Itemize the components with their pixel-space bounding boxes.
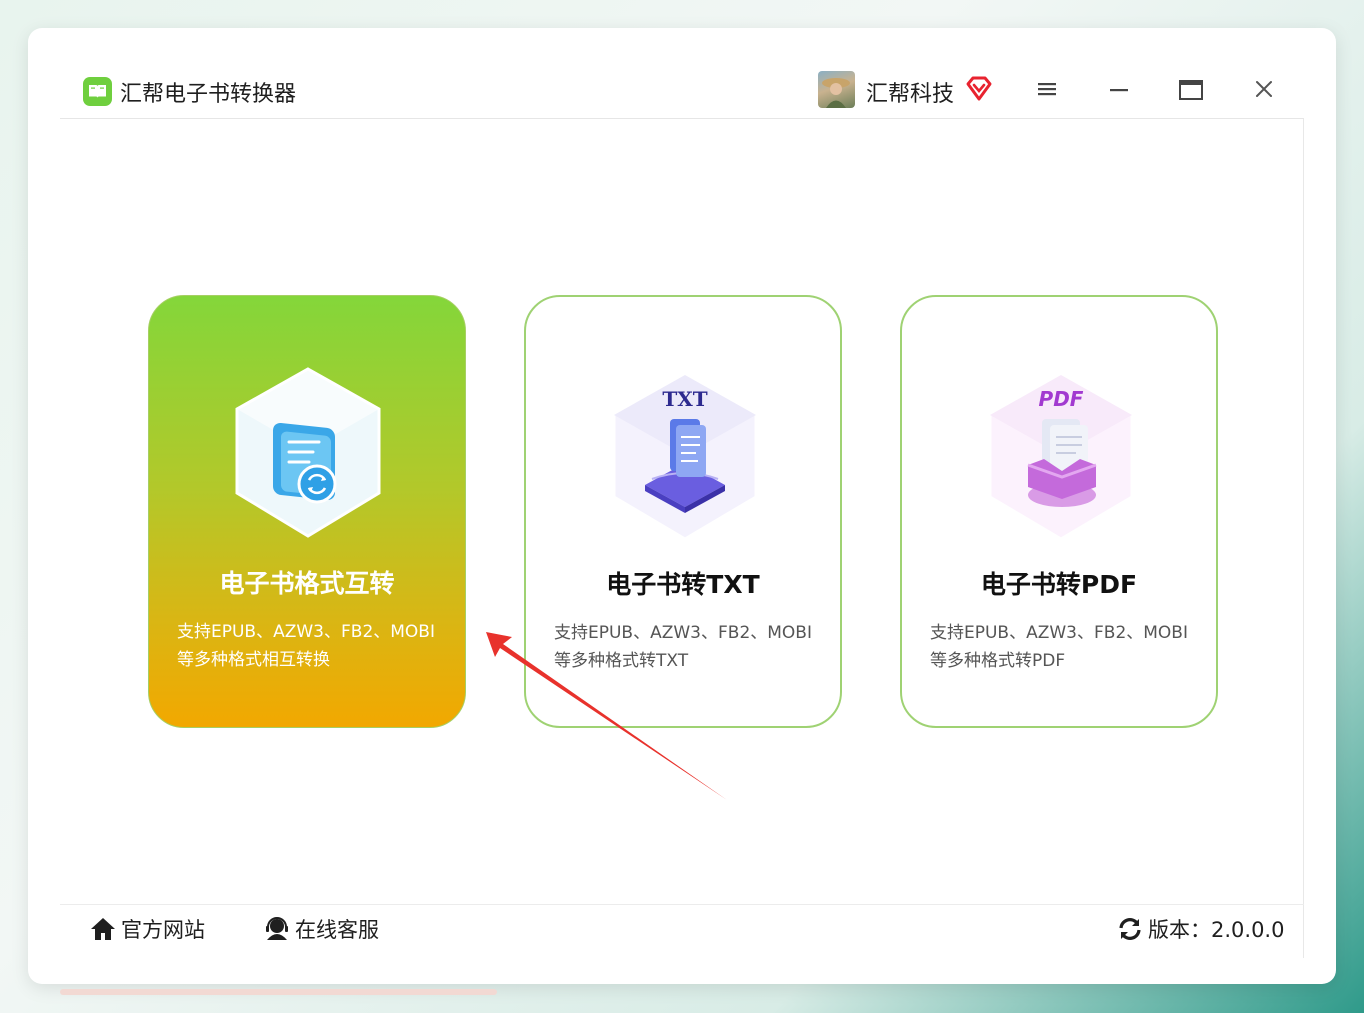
card-title: 电子书转PDF [980,570,1138,599]
menu-icon [1038,83,1056,96]
convert-icon [233,366,383,546]
close-icon [1256,81,1272,97]
card-description: 支持EPUB、AZW3、FB2、MOBI 等多种格式转PDF [930,619,1200,675]
version-info: 版本：2.0.0.0 [1116,913,1284,945]
minimize-button[interactable] [1101,72,1137,108]
card-desc-line: 支持EPUB、AZW3、FB2、MOBI [177,622,435,642]
pdf-label: PDF [1038,387,1084,411]
card-ebook-convert[interactable]: 电子书格式互转 支持EPUB、AZW3、FB2、MOBI 等多种格式相互转换 [148,295,466,728]
menu-button[interactable] [1029,72,1065,108]
customer-service-icon [266,917,288,940]
maximize-icon [1179,80,1203,100]
card-title: 电子书格式互转 [219,569,395,598]
vip-diamond-icon[interactable] [965,75,993,107]
card-title: 电子书转TXT [606,570,760,599]
card-ebook-to-txt[interactable]: TXT 电子书转TXT 支持EPUB、AZW3、FB2、MOBI 等多种格式转T… [524,295,842,728]
card-description: 支持EPUB、AZW3、FB2、MOBI 等多种格式转TXT [554,619,824,675]
txt-label: TXT [662,387,708,411]
user-name[interactable]: 汇帮科技 [866,76,954,108]
online-service-label: 在线客服 [295,918,379,942]
card-desc-line: 等多种格式转PDF [930,651,1066,671]
title-bar: 汇帮电子书转换器 汇帮科技 [0,0,1364,120]
card-ebook-to-pdf[interactable]: PDF 电子书转PDF 支持EPUB、AZW3、FB2、MOBI 等多种格式转P… [900,295,1218,728]
card-desc-line: 等多种格式相互转换 [177,650,330,670]
pdf-icon: PDF [986,367,1136,547]
refresh-icon[interactable] [1116,916,1144,942]
official-website-link[interactable]: 官方网站 [89,913,205,945]
card-desc-line: 支持EPUB、AZW3、FB2、MOBI [554,623,812,643]
home-icon [91,918,115,940]
txt-icon: TXT [610,367,760,547]
app-logo-icon [83,77,112,106]
footer-divider [60,904,1304,905]
version-label: 版本：2.0.0.0 [1148,918,1285,942]
card-desc-line: 等多种格式转TXT [554,651,689,671]
close-button[interactable] [1246,72,1282,108]
user-avatar[interactable] [818,71,855,108]
online-service-link[interactable]: 在线客服 [263,913,379,945]
card-description: 支持EPUB、AZW3、FB2、MOBI 等多种格式相互转换 [177,618,447,674]
card-desc-line: 支持EPUB、AZW3、FB2、MOBI [930,623,1188,643]
official-website-label: 官方网站 [121,918,205,942]
maximize-button[interactable] [1173,72,1209,108]
app-title: 汇帮电子书转换器 [120,82,297,107]
minimize-icon [1110,89,1128,92]
horizontal-scrollbar[interactable] [60,989,497,995]
